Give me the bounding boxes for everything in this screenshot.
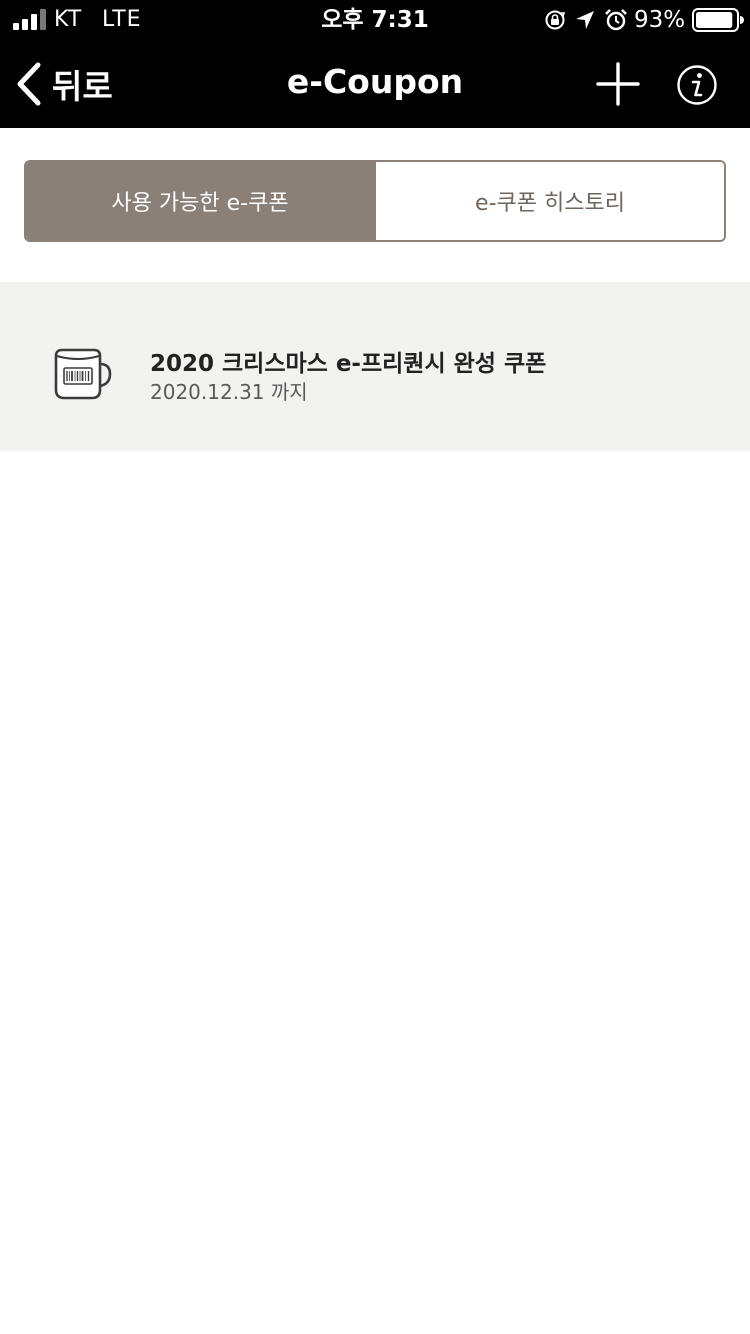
back-chevron-icon bbox=[17, 62, 41, 106]
back-label: 뒤로 bbox=[52, 67, 113, 106]
info-icon[interactable] bbox=[676, 64, 718, 106]
alarm-clock-icon bbox=[605, 9, 627, 31]
coupon-list: 2020 크리스마스 e-프리퀀시 완성 쿠폰 2020.12.31 까지 bbox=[0, 282, 750, 451]
battery-percent: 93% bbox=[634, 7, 686, 33]
back-button[interactable]: 뒤로 bbox=[14, 56, 113, 112]
coupon-expiry: 2020.12.31 까지 bbox=[150, 380, 308, 404]
battery-icon bbox=[692, 8, 744, 32]
location-arrow-icon bbox=[576, 11, 594, 29]
coupon-title: 2020 크리스마스 e-프리퀀시 완성 쿠폰 bbox=[150, 351, 547, 377]
coupon-mug-icon bbox=[54, 348, 112, 400]
navigation-bar: 뒤로 e-Coupon bbox=[0, 40, 750, 128]
plus-icon[interactable] bbox=[595, 61, 641, 107]
tab-coupon-history[interactable]: e-쿠폰 히스토리 bbox=[374, 162, 724, 240]
top-bar: KT LTE 오후 7:31 93% 뒤로 e-Coupon bbox=[0, 0, 750, 128]
coupon-tabs: 사용 가능한 e-쿠폰 e-쿠폰 히스토리 bbox=[24, 160, 726, 242]
status-bar: KT LTE 오후 7:31 93% bbox=[0, 0, 750, 40]
list-item[interactable]: 2020 크리스마스 e-프리퀀시 완성 쿠폰 2020.12.31 까지 bbox=[0, 282, 750, 451]
orientation-lock-icon bbox=[545, 10, 566, 30]
tab-available-coupons[interactable]: 사용 가능한 e-쿠폰 bbox=[26, 162, 374, 240]
